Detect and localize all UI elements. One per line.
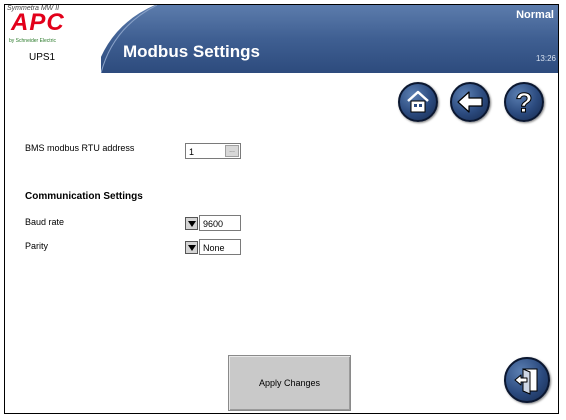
baud-rate-value: 9600 xyxy=(203,219,224,229)
chevron-down-icon xyxy=(187,220,196,227)
home-button[interactable] xyxy=(398,82,438,122)
bms-address-label: BMS modbus RTU address xyxy=(25,143,135,153)
bms-address-value: 1 xyxy=(189,147,195,157)
back-arrow-icon xyxy=(457,91,483,113)
exit-button[interactable] xyxy=(504,357,550,403)
communication-settings-title: Communication Settings xyxy=(25,191,143,202)
baud-rate-label: Baud rate xyxy=(25,217,65,227)
clock: 13:26 xyxy=(535,54,556,63)
device-label: UPS1 xyxy=(29,52,56,63)
bms-address-field[interactable]: 1 ... xyxy=(185,143,241,159)
status-indicator: Normal xyxy=(516,9,554,21)
header-bar: Symmetra MW II APC by Schneider Electric… xyxy=(5,5,558,73)
apply-changes-button[interactable]: Apply Changes xyxy=(228,355,351,411)
help-icon: ? xyxy=(515,88,533,116)
home-icon xyxy=(407,90,429,113)
exit-door-icon xyxy=(514,368,538,395)
logo-area: Symmetra MW II APC by Schneider Electric… xyxy=(5,5,101,73)
parity-label: Parity xyxy=(25,241,49,251)
bms-address-browse-button[interactable]: ... xyxy=(225,145,239,157)
parity-dropdown-button[interactable] xyxy=(185,241,198,254)
svg-text:?: ? xyxy=(515,88,532,116)
help-button[interactable]: ? xyxy=(504,82,544,122)
back-button[interactable] xyxy=(450,82,490,122)
apc-logo: APC xyxy=(11,9,65,36)
baud-rate-select[interactable]: 9600 xyxy=(199,215,241,231)
chevron-down-icon xyxy=(187,244,196,251)
schneider-logo: by Schneider Electric xyxy=(9,38,56,44)
page-title: Modbus Settings xyxy=(123,42,260,61)
parity-select[interactable]: None xyxy=(199,239,241,255)
parity-value: None xyxy=(203,243,225,253)
baud-rate-dropdown-button[interactable] xyxy=(185,217,198,230)
app-window: Symmetra MW II APC by Schneider Electric… xyxy=(4,4,559,414)
